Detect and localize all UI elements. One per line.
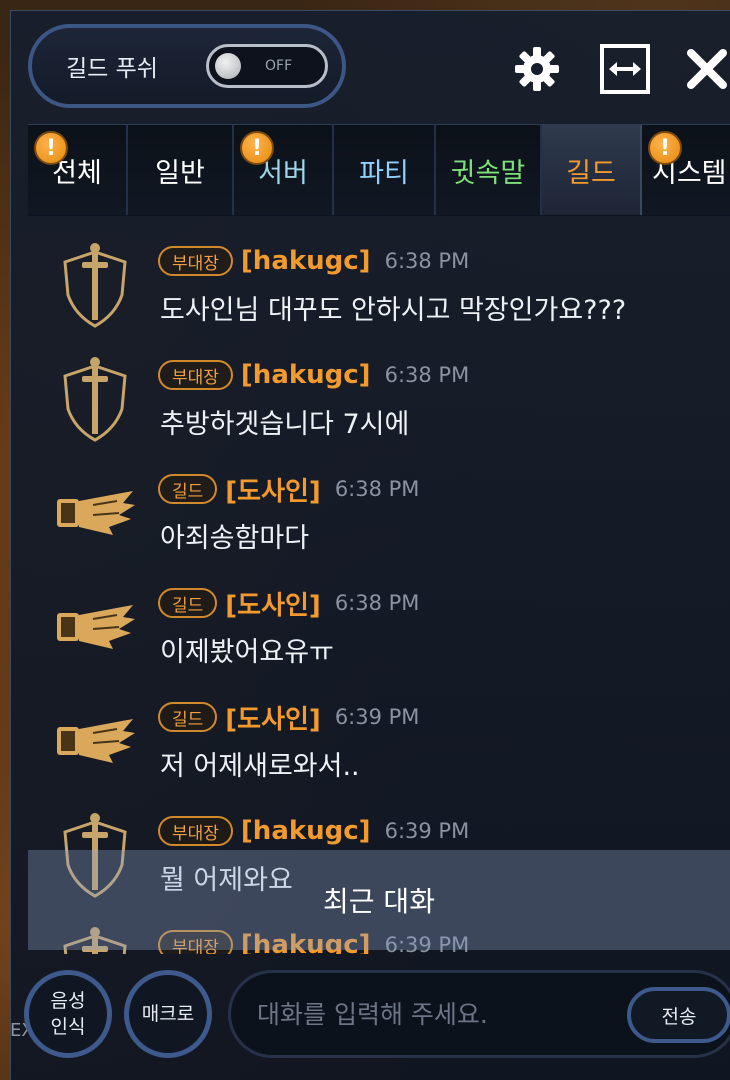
chat-message: 길드 [도사인] 6:38 PM 아죄송함마다 <box>28 458 730 572</box>
chat-message: 부대장 [hakugc] 6:38 PM 도사인님 대꾸도 안하시고 막장인가요… <box>28 230 730 344</box>
message-time: 6:38 PM <box>384 363 470 387</box>
voice-recognition-label: 음성 인식 <box>50 990 86 1038</box>
guild-push-toggle-group: 길드 푸쉬 OFF <box>28 24 346 108</box>
sword-shield-emblem-icon <box>50 354 140 444</box>
chat-input-bar: EXP 76.3% 음성 인식 매크로 전송 <box>0 958 730 1080</box>
tab-whisper[interactable]: 귓속말 <box>436 125 542 215</box>
sender-name[interactable]: [도사인] <box>225 471 321 508</box>
chat-tabs: ! 전체 일반 ! 서버 파티 귓속말 길드 ! 시스템 <box>28 124 730 216</box>
toggle-knob <box>215 53 241 79</box>
tab-system[interactable]: ! 시스템 <box>642 125 730 215</box>
tab-server[interactable]: ! 서버 <box>234 125 334 215</box>
tab-label: 길드 <box>566 157 616 189</box>
rank-badge: 길드 <box>158 474 218 504</box>
tab-label: 일반 <box>155 157 205 189</box>
resize-swap-icon[interactable] <box>598 42 652 96</box>
message-time: 6:38 PM <box>334 477 420 501</box>
send-button[interactable]: 전송 <box>627 987 730 1043</box>
message-text: 저 어제새로와서.. <box>160 751 360 782</box>
winged-gauntlet-emblem-icon <box>50 696 140 786</box>
recent-conversation-button[interactable]: 최근 대화 <box>28 850 730 950</box>
guild-push-toggle[interactable]: OFF <box>206 44 328 88</box>
send-label: 전송 <box>661 1005 697 1028</box>
alert-badge-icon: ! <box>648 131 682 165</box>
macro-button[interactable]: 매크로 <box>124 970 212 1058</box>
toggle-state-text: OFF <box>265 58 293 74</box>
chat-input[interactable] <box>257 999 617 1029</box>
message-text: 아죄송함마다 <box>160 523 310 554</box>
message-time: 6:38 PM <box>334 591 420 615</box>
settings-gear-icon[interactable] <box>510 42 564 96</box>
guild-push-label: 길드 푸쉬 <box>66 56 158 82</box>
rank-badge: 길드 <box>158 702 218 732</box>
winged-gauntlet-emblem-icon <box>50 468 140 558</box>
sender-name[interactable]: [hakugc] <box>241 816 371 846</box>
sword-shield-emblem-icon <box>50 240 140 330</box>
sender-name[interactable]: [hakugc] <box>241 360 371 390</box>
message-text: 추방하겟습니다 7시에 <box>160 409 410 440</box>
winged-gauntlet-emblem-icon <box>50 582 140 672</box>
rank-badge: 부대장 <box>158 816 233 846</box>
message-time: 6:38 PM <box>384 249 470 273</box>
recent-conversation-label: 최근 대화 <box>323 885 435 918</box>
message-time: 6:39 PM <box>384 819 470 843</box>
voice-recognition-button[interactable]: 음성 인식 <box>24 970 112 1058</box>
close-icon[interactable] <box>680 42 730 96</box>
chat-message: 부대장 [hakugc] 6:38 PM 추방하겟습니다 7시에 <box>28 344 730 458</box>
tab-label: 파티 <box>359 157 409 189</box>
chat-message-list[interactable]: 부대장 [hakugc] 6:38 PM 도사인님 대꾸도 안하시고 막장인가요… <box>28 230 730 954</box>
message-text: 이제봤어요유ㅠ <box>160 637 334 668</box>
chat-input-field-wrapper: 전송 <box>228 970 730 1058</box>
alert-badge-icon: ! <box>240 131 274 165</box>
sender-name[interactable]: [도사인] <box>225 699 321 736</box>
tab-party[interactable]: 파티 <box>334 125 436 215</box>
alert-badge-icon: ! <box>34 131 68 165</box>
chat-message: 길드 [도사인] 6:38 PM 이제봤어요유ㅠ <box>28 572 730 686</box>
sender-name[interactable]: [hakugc] <box>241 246 371 276</box>
rank-badge: 부대장 <box>158 246 233 276</box>
tab-general[interactable]: 일반 <box>128 125 234 215</box>
tab-label: 귓속말 <box>450 157 526 189</box>
chat-message: 길드 [도사인] 6:39 PM 저 어제새로와서.. <box>28 686 730 800</box>
tab-guild[interactable]: 길드 <box>542 125 642 215</box>
message-text: 도사인님 대꾸도 안하시고 막장인가요??? <box>160 295 627 326</box>
message-time: 6:39 PM <box>334 705 420 729</box>
macro-label: 매크로 <box>141 1003 195 1025</box>
sender-name[interactable]: [도사인] <box>225 585 321 622</box>
tab-all[interactable]: ! 전체 <box>28 125 128 215</box>
rank-badge: 부대장 <box>158 360 233 390</box>
rank-badge: 길드 <box>158 588 218 618</box>
